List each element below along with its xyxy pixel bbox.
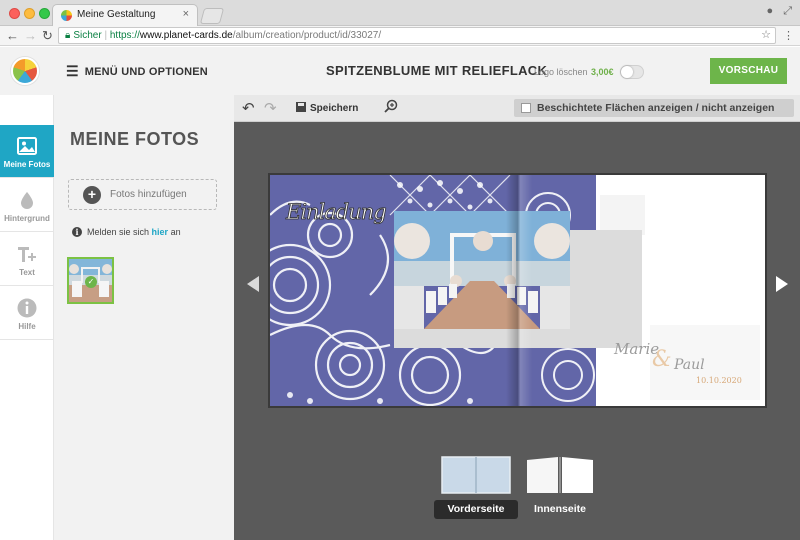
photo-placeholder-strip — [394, 329, 570, 348]
sidebar-item-label: Hintergrund — [4, 214, 50, 223]
wedding-arch-photo — [394, 211, 570, 329]
check-icon: ✓ — [85, 276, 97, 288]
browser-tab[interactable]: Meine Gestaltung × — [52, 4, 198, 26]
address-bar[interactable]: 🔒︎ Sicher | https://www.planet-cards.de/a… — [58, 27, 776, 44]
close-window-button[interactable] — [9, 8, 20, 19]
photo-thumbnail[interactable]: ✓ — [67, 257, 114, 304]
product-title: SPITZENBLUME MIT RELIEFLACK — [326, 63, 548, 78]
browser-toolbar: ← → ↻ 🔒︎ Sicher | https://www.planet-card… — [0, 26, 800, 46]
forward-arrow-icon[interactable]: → — [24, 28, 37, 43]
invitation-text[interactable]: Einladung — [286, 200, 388, 225]
tab-close-icon[interactable]: × — [183, 8, 189, 20]
layout-ghost-box — [600, 195, 645, 235]
menu-button[interactable]: ☰ MENÜ UND OPTIONEN — [66, 63, 208, 80]
previous-page-arrow-icon[interactable] — [247, 276, 259, 292]
toggle-knob — [621, 66, 633, 78]
add-photos-label: Fotos hinzufügen — [110, 189, 187, 200]
drop-icon — [21, 192, 33, 209]
hamburger-icon: ☰ — [66, 63, 79, 79]
planet-cards-logo[interactable] — [11, 57, 39, 85]
maximize-window-button[interactable] — [39, 8, 50, 19]
lock-icon: 🔒︎ — [65, 30, 71, 41]
tool-sidebar: Meine Fotos Hintergrund Text Hilfe — [0, 95, 59, 540]
editor-toolbar: ↶ ↷ Speichern Beschichtete Flächen anzei… — [234, 95, 800, 122]
new-tab-button[interactable] — [199, 8, 225, 24]
sidebar-item-label: Text — [19, 268, 35, 277]
sidebar-item-label: Hilfe — [18, 322, 36, 331]
image-icon — [17, 137, 37, 155]
card-spread[interactable]: Einladung Marie & Paul 10.10.2020 — [268, 173, 767, 408]
front-view-button[interactable]: Vorderseite — [434, 500, 518, 519]
logo-delete-price: 3,00€ — [591, 67, 614, 77]
text-plus-icon — [18, 247, 36, 262]
next-page-arrow-icon[interactable] — [776, 276, 788, 292]
window-icons: ● ⤢ — [757, 5, 792, 18]
wedding-date-text[interactable]: 10.10.2020 — [696, 376, 742, 385]
photo-placeholder[interactable] — [570, 230, 642, 348]
name-2-text[interactable]: Paul — [674, 357, 705, 373]
sidebar-item-help[interactable]: Hilfe — [0, 287, 54, 340]
favicon-icon — [61, 10, 72, 21]
inner-view-button[interactable]: Innenseite — [523, 500, 597, 519]
url-path: /album/creation/product/id/33027/ — [232, 30, 382, 41]
coated-areas-checkbox[interactable] — [521, 103, 531, 113]
back-arrow-icon[interactable]: ← — [6, 28, 19, 43]
sidebar-item-my-photos[interactable]: Meine Fotos — [0, 125, 54, 178]
browser-menu-icon[interactable]: ⋮ — [783, 29, 794, 42]
coated-areas-label: Beschichtete Flächen anzeigen / nicht an… — [537, 102, 775, 114]
profile-icon[interactable]: ● — [767, 5, 774, 17]
sidebar-item-label: Meine Fotos — [3, 160, 51, 169]
editor-canvas-area: ↶ ↷ Speichern Beschichtete Flächen anzei… — [234, 95, 800, 540]
reload-icon[interactable]: ↻ — [42, 28, 53, 44]
login-note: i Melden sie sich hier an — [72, 227, 181, 237]
info-icon — [17, 298, 37, 318]
sidebar-item-text[interactable]: Text — [0, 233, 54, 286]
login-suffix: an — [170, 227, 181, 237]
redo-icon[interactable]: ↷ — [264, 99, 277, 117]
sidebar-item-background[interactable]: Hintergrund — [0, 179, 54, 232]
app-header: ☰ MENÜ UND OPTIONEN SPITZENBLUME MIT RELI… — [0, 47, 800, 95]
fullscreen-icon[interactable]: ⤢ — [783, 5, 792, 17]
photos-panel: MEINE FOTOS + Fotos hinzufügen i Melden s… — [54, 95, 234, 540]
browser-tab-bar: Meine Gestaltung × ● ⤢ — [0, 0, 800, 26]
login-link[interactable]: hier — [152, 227, 169, 237]
secure-label: Sicher — [73, 30, 102, 41]
save-disk-icon — [296, 102, 306, 112]
menu-label: MENÜ UND OPTIONEN — [84, 66, 208, 78]
plus-circle-icon: + — [83, 186, 101, 204]
coated-areas-toggle[interactable]: Beschichtete Flächen anzeigen / nicht an… — [514, 99, 794, 117]
bookmark-star-icon[interactable]: ☆ — [761, 28, 771, 43]
info-icon: i — [72, 227, 82, 237]
card-fold-spine — [506, 175, 532, 406]
inner-view-thumbnail[interactable] — [525, 456, 595, 494]
logo-delete-label: Logo löschen — [534, 67, 588, 77]
login-prefix: Melden sie sich — [87, 227, 150, 237]
wedding-photo[interactable] — [394, 211, 570, 329]
logo-delete-toggle[interactable] — [620, 65, 644, 79]
save-label: Speichern — [310, 103, 359, 114]
minimize-window-button[interactable] — [24, 8, 35, 19]
url-scheme: https:// — [109, 30, 140, 41]
add-photos-button[interactable]: + Fotos hinzufügen — [68, 179, 217, 210]
tab-title: Meine Gestaltung — [77, 9, 156, 20]
preview-button[interactable]: VORSCHAU — [710, 58, 787, 84]
url-domain: www.planet-cards.de — [139, 30, 233, 41]
zoom-in-icon[interactable] — [384, 99, 398, 113]
ampersand-text: & — [652, 347, 672, 372]
panel-title: MEINE FOTOS — [70, 129, 200, 149]
front-view-thumbnail[interactable] — [441, 456, 511, 494]
undo-icon[interactable]: ↶ — [242, 99, 255, 117]
save-button[interactable]: Speichern — [296, 102, 358, 114]
